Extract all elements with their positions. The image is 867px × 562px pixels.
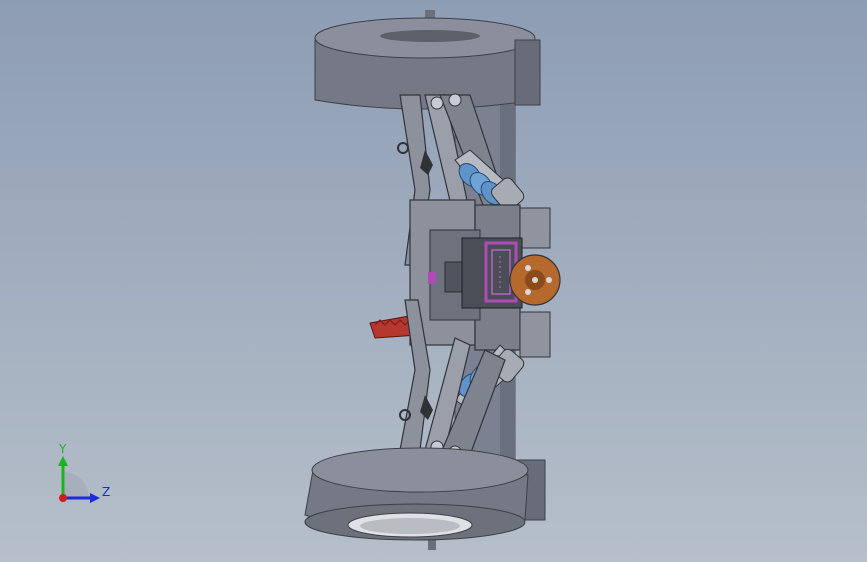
y-axis-label: Y (59, 442, 67, 456)
upper-pivot-1 (430, 96, 444, 110)
lower-side-block (519, 311, 551, 358)
y-axis-arrowhead (58, 456, 68, 466)
upper-side-block (519, 207, 551, 249)
z-axis-label: Z (102, 485, 111, 499)
bottom-wheel-bore-inner (360, 518, 460, 534)
upper-hook (397, 142, 409, 154)
3d-viewport[interactable]: Y Z (0, 0, 867, 562)
orientation-triad[interactable]: Y Z (40, 440, 130, 520)
upper-pivot-2 (448, 93, 462, 107)
top-wheel-bracket (514, 39, 541, 106)
bottom-wheel-face (311, 447, 529, 493)
z-axis-arrowhead (90, 493, 100, 503)
top-wheel-hub (380, 30, 480, 42)
motor-gear (509, 254, 561, 306)
x-axis-point (59, 494, 67, 502)
triad-graphic (58, 456, 100, 503)
cad-model-assembly[interactable] (0, 0, 867, 562)
triad-plane (63, 472, 89, 498)
small-connector (428, 272, 436, 284)
